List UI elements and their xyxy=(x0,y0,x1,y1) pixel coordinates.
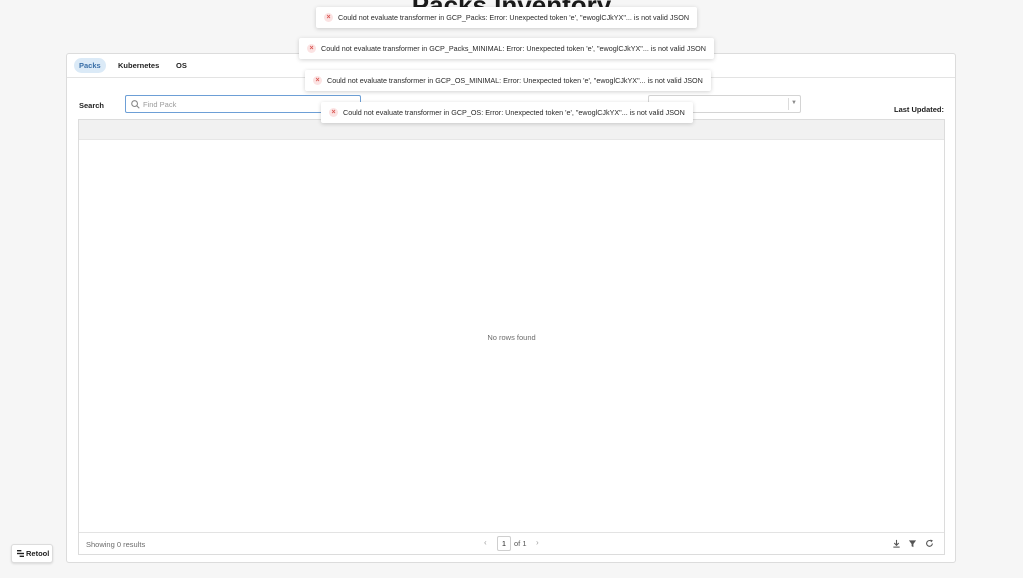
error-toast: × Could not evaluate transformer in GCP_… xyxy=(305,70,711,91)
page-number-input[interactable]: 1 xyxy=(497,536,511,551)
tab-os[interactable]: OS xyxy=(171,58,192,73)
data-table: No rows found Showing 0 results ‹ 1 of 1… xyxy=(78,119,945,555)
error-x-icon: × xyxy=(324,13,333,22)
error-x-icon: × xyxy=(313,76,322,85)
select-divider xyxy=(788,98,789,110)
download-icon[interactable] xyxy=(892,539,901,548)
retool-badge[interactable]: Retool xyxy=(11,544,53,563)
filter-icon[interactable] xyxy=(908,539,917,548)
last-updated-label: Last Updated: xyxy=(893,105,944,114)
page-total: of 1 xyxy=(514,539,527,548)
chevron-right-icon[interactable]: › xyxy=(536,538,539,547)
error-toast: × Could not evaluate transformer in GCP_… xyxy=(316,7,698,28)
table-footer: Showing 0 results ‹ 1 of 1 › xyxy=(79,532,944,554)
refresh-icon[interactable] xyxy=(925,539,934,548)
app-container: Packs Kubernetes OS Search ▼ Last Update… xyxy=(66,53,956,563)
empty-message: No rows found xyxy=(487,333,536,342)
error-toast: × Could not evaluate transformer in GCP_… xyxy=(299,38,714,59)
error-x-icon: × xyxy=(307,44,316,53)
toast-message: Could not evaluate transformer in GCP_Pa… xyxy=(338,13,690,22)
toast-message: Could not evaluate transformer in GCP_Pa… xyxy=(321,44,706,53)
chevron-down-icon: ▼ xyxy=(791,100,797,106)
toast-message: Could not evaluate transformer in GCP_OS… xyxy=(327,76,703,85)
chevron-left-icon[interactable]: ‹ xyxy=(484,538,487,547)
search-label: Search xyxy=(79,101,105,110)
toast-message: Could not evaluate transformer in GCP_OS… xyxy=(343,108,685,117)
table-header xyxy=(79,120,944,140)
retool-label: Retool xyxy=(26,549,50,558)
error-x-icon: × xyxy=(329,108,338,117)
retool-logo-icon xyxy=(17,550,24,557)
tab-kubernetes[interactable]: Kubernetes xyxy=(113,58,164,73)
error-toast: × Could not evaluate transformer in GCP_… xyxy=(321,102,693,123)
search-icon xyxy=(131,100,140,109)
tab-packs[interactable]: Packs xyxy=(74,58,106,73)
results-count: Showing 0 results xyxy=(86,540,146,549)
